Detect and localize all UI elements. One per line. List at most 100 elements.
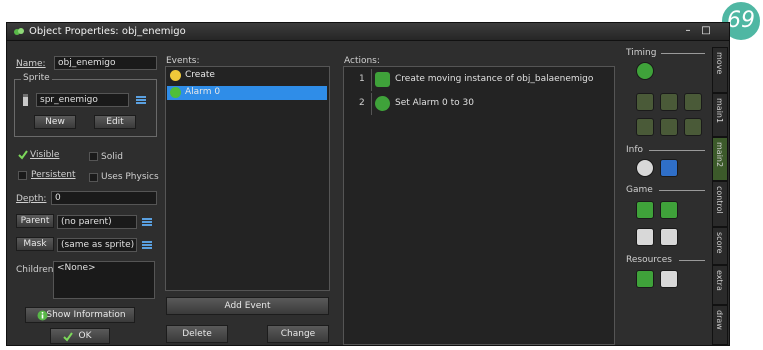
event-item-create[interactable]: Create <box>167 69 327 83</box>
open-url-action-icon[interactable] <box>660 159 678 177</box>
tab-extra[interactable]: extra <box>712 265 728 305</box>
timeline-action-icon[interactable] <box>636 93 654 111</box>
tab-control[interactable]: control <box>712 181 728 227</box>
tab-main2[interactable]: main2 <box>712 137 728 181</box>
object-icon <box>14 28 24 35</box>
replace-sound-action-icon[interactable] <box>660 270 678 288</box>
replace-sprite-action-icon[interactable] <box>636 270 654 288</box>
uses-physics-label: Uses Physics <box>101 172 159 182</box>
action-label: Create moving instance of obj_balaenemig… <box>395 74 594 84</box>
info-divider <box>649 150 705 151</box>
minimize-button[interactable]: – <box>680 24 696 39</box>
action-item[interactable]: 2 Set Alarm 0 to 30 <box>345 93 613 115</box>
parent-menu-icon[interactable] <box>142 217 152 227</box>
action-label: Set Alarm 0 to 30 <box>395 98 474 108</box>
events-list[interactable]: Create Alarm 0 <box>165 66 330 291</box>
actions-list[interactable]: 1 Create moving instance of obj_balaenem… <box>343 66 615 345</box>
sprite-group-label: Sprite <box>21 73 52 83</box>
save-game-action-icon[interactable] <box>636 228 654 246</box>
timing-divider <box>661 53 705 54</box>
ok-label: OK <box>78 331 92 341</box>
sprite-preview-icon <box>23 94 28 106</box>
maximize-button[interactable]: □ <box>698 24 714 39</box>
events-label: Events: <box>166 56 200 66</box>
tab-draw-label: draw <box>715 310 724 330</box>
children-list[interactable]: <None> <box>53 261 155 299</box>
event-item-alarm-0[interactable]: Alarm 0 <box>167 86 327 100</box>
name-label: Name: <box>16 59 46 69</box>
ok-button[interactable]: OK <box>50 328 110 344</box>
load-game-action-icon[interactable] <box>660 228 678 246</box>
set-alarm-action-icon[interactable] <box>636 62 654 80</box>
timing-section-label: Timing <box>626 48 657 58</box>
create-instance-icon <box>375 72 390 87</box>
change-event-button[interactable]: Change <box>267 325 329 343</box>
info-icon <box>37 310 48 321</box>
edit-sprite-button[interactable]: Edit <box>94 115 136 129</box>
action-palette: Timing Info Game Resources <box>621 45 709 345</box>
game-section-label: Game <box>626 185 653 195</box>
event-label: Create <box>185 70 215 80</box>
persistent-checkbox[interactable] <box>18 171 27 180</box>
object-properties-window: Object Properties: obj_enemigo – □ Name:… <box>6 22 730 346</box>
depth-field[interactable]: 0 <box>51 191 157 205</box>
visible-label: Visible <box>30 150 60 160</box>
tab-extra-label: extra <box>715 270 724 291</box>
actions-label: Actions: <box>344 56 380 66</box>
tab-main1-label: main1 <box>715 98 724 124</box>
tab-control-label: control <box>715 186 724 214</box>
alarm-clock-icon <box>170 87 181 98</box>
parent-button[interactable]: Parent <box>16 214 54 228</box>
sprite-group: Sprite spr_enemigo New Edit <box>14 73 157 137</box>
resources-divider <box>679 260 705 261</box>
show-information-label: Show Information <box>46 310 126 320</box>
action-number: 2 <box>359 98 365 108</box>
depth-label: Depth: <box>16 194 47 204</box>
resources-section-label: Resources <box>626 255 672 265</box>
solid-label: Solid <box>101 152 123 162</box>
window-title: Object Properties: obj_enemigo <box>29 26 186 37</box>
tab-main2-label: main2 <box>715 142 724 168</box>
add-event-button[interactable]: Add Event <box>166 297 329 315</box>
timeline-start-action-icon[interactable] <box>684 93 702 111</box>
lightbulb-icon <box>170 70 181 81</box>
mask-button[interactable]: Mask <box>16 237 54 251</box>
title-bar: Object Properties: obj_enemigo – □ <box>7 23 729 41</box>
action-separator <box>371 93 372 115</box>
tab-score[interactable]: score <box>712 227 728 265</box>
name-field[interactable]: obj_enemigo <box>54 56 157 70</box>
info-section-label: Info <box>626 145 644 155</box>
restart-game-action-icon[interactable] <box>636 201 654 219</box>
end-game-action-icon[interactable] <box>660 201 678 219</box>
uses-physics-checkbox[interactable] <box>89 173 98 182</box>
solid-checkbox[interactable] <box>89 152 98 161</box>
timeline-position-action-icon[interactable] <box>660 93 678 111</box>
visible-checkmark-icon[interactable] <box>18 150 28 160</box>
tab-move-label: move <box>715 52 724 75</box>
new-sprite-button[interactable]: New <box>34 115 76 129</box>
event-label: Alarm 0 <box>185 87 221 97</box>
ok-checkmark-icon <box>63 332 73 342</box>
children-label: Children: <box>16 265 57 275</box>
sprite-field[interactable]: spr_enemigo <box>36 93 129 107</box>
alarm-clock-icon <box>375 96 390 111</box>
tab-score-label: score <box>715 232 724 254</box>
delete-event-button[interactable]: Delete <box>166 325 228 343</box>
tab-draw[interactable]: draw <box>712 305 728 345</box>
display-message-action-icon[interactable] <box>636 159 654 177</box>
sprite-menu-icon[interactable] <box>136 95 146 105</box>
action-number: 1 <box>359 74 365 84</box>
parent-field[interactable]: (no parent) <box>57 215 137 229</box>
mask-field[interactable]: (same as sprite) <box>57 238 137 252</box>
tab-main1[interactable]: main1 <box>712 93 728 137</box>
timeline-stop-action-icon[interactable] <box>660 118 678 136</box>
timeline-speed-action-icon[interactable] <box>684 118 702 136</box>
action-separator <box>371 69 372 91</box>
mask-menu-icon[interactable] <box>142 240 152 250</box>
show-information-button[interactable]: Show Information <box>25 307 135 323</box>
tab-move[interactable]: move <box>712 47 728 93</box>
badge-text: 69 <box>727 8 755 33</box>
timeline-pause-action-icon[interactable] <box>636 118 654 136</box>
persistent-label: Persistent <box>31 170 76 180</box>
action-item[interactable]: 1 Create moving instance of obj_balaenem… <box>345 69 613 91</box>
